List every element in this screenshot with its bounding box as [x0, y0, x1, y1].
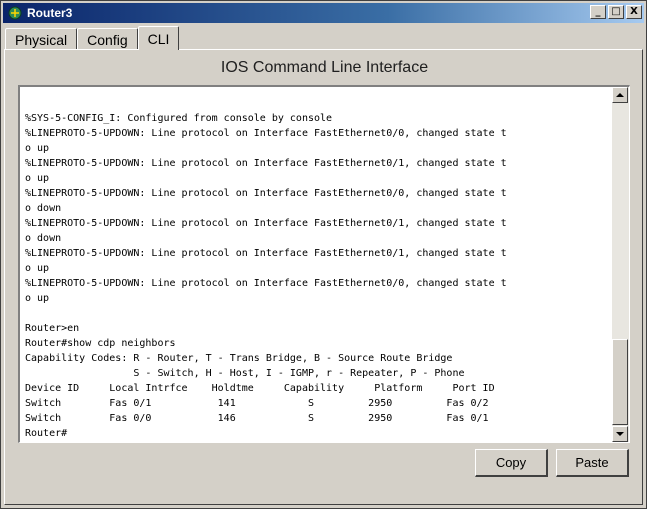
arrow-down-icon — [616, 432, 624, 436]
terminal-line: %LINEPROTO-5-UPDOWN: Line protocol on In… — [25, 248, 507, 259]
arrow-up-icon — [616, 93, 624, 97]
terminal-line: o up — [25, 293, 50, 304]
scroll-down-button[interactable] — [612, 426, 628, 442]
terminal-line: %LINEPROTO-5-UPDOWN: Line protocol on In… — [25, 188, 507, 199]
minimize-icon: _ — [595, 6, 601, 17]
terminal-line: Switch Fas 0/0 146 S 2950 Fas 0/1 — [25, 413, 489, 424]
terminal-line: %LINEPROTO-5-UPDOWN: Line protocol on In… — [25, 278, 507, 289]
terminal-line: o up — [25, 173, 50, 184]
terminal-line: %LINEPROTO-5-UPDOWN: Line protocol on In… — [25, 158, 507, 169]
terminal-line: Device ID Local Intrfce Holdtme Capabili… — [25, 383, 495, 394]
terminal-line: Capability Codes: R - Router, T - Trans … — [25, 353, 453, 364]
maximize-icon: □ — [611, 6, 621, 17]
terminal-line: %LINEPROTO-5-UPDOWN: Line protocol on In… — [25, 218, 507, 229]
terminal-line: Router#show cdp neighbors — [25, 338, 176, 349]
terminal-line: Switch Fas 0/1 141 S 2950 Fas 0/2 — [25, 398, 489, 409]
tab-config[interactable]: Config — [77, 28, 138, 50]
close-icon: X — [630, 6, 638, 17]
terminal-line: o up — [25, 263, 50, 274]
title-bar[interactable]: Router3 _ □ X — [3, 3, 644, 23]
router3-window: Router3 _ □ X Physical Config CLI IOS Co… — [0, 0, 647, 509]
terminal-line: Router# — [25, 428, 68, 439]
terminal-line: o up — [25, 143, 50, 154]
tab-physical[interactable]: Physical — [5, 28, 78, 50]
terminal-output[interactable]: %SYS-5-CONFIG_I: Configured from console… — [22, 111, 612, 441]
window-title: Router3 — [27, 6, 73, 20]
tab-bar: Physical Config CLI — [5, 26, 180, 50]
copy-button[interactable]: Copy — [475, 449, 548, 477]
terminal-line: %LINEPROTO-5-UPDOWN: Line protocol on In… — [25, 128, 507, 139]
terminal-line: o down — [25, 203, 62, 214]
maximize-button[interactable]: □ — [608, 5, 624, 19]
terminal-frame: %SYS-5-CONFIG_I: Configured from console… — [18, 85, 630, 443]
terminal-line: o down — [25, 233, 62, 244]
terminal-line: S - Switch, H - Host, I - IGMP, r - Repe… — [25, 368, 465, 379]
window-controls: _ □ X — [590, 5, 642, 19]
page-title: IOS Command Line Interface — [220, 59, 429, 76]
terminal-line: Router>en — [25, 323, 80, 334]
terminal-scrollbar[interactable] — [612, 87, 629, 442]
scroll-thumb[interactable] — [612, 339, 628, 425]
paste-button[interactable]: Paste — [556, 449, 629, 477]
packet-tracer-icon — [7, 5, 23, 21]
minimize-button[interactable]: _ — [590, 5, 606, 19]
scroll-up-button[interactable] — [612, 87, 628, 103]
terminal-line: %SYS-5-CONFIG_I: Configured from console… — [25, 113, 333, 124]
close-button[interactable]: X — [626, 5, 642, 19]
tab-cli[interactable]: CLI — [137, 26, 180, 50]
